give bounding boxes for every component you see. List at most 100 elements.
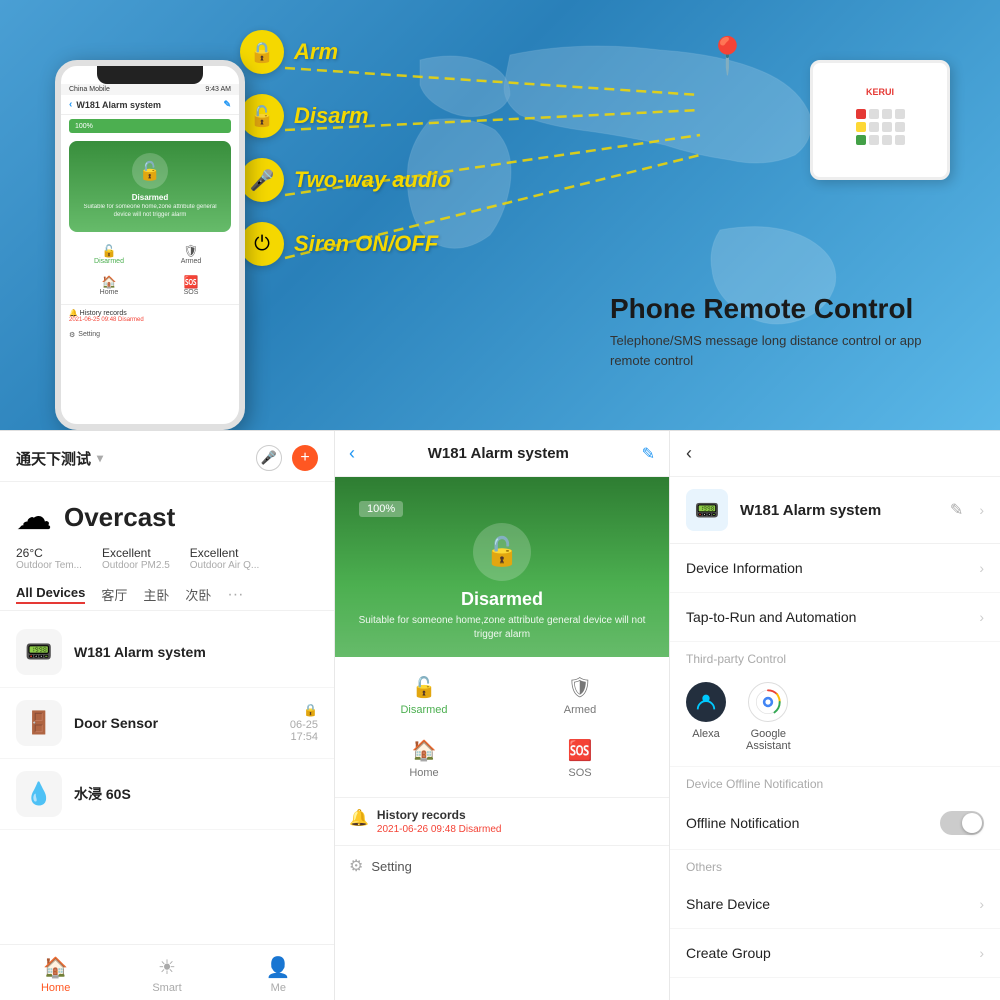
create-group-label: Create Group [686, 945, 771, 961]
phone-notch [97, 66, 204, 84]
nav-home-tab[interactable]: 🏠 Home [0, 953, 111, 996]
alexa-item[interactable]: Alexa [686, 682, 726, 752]
tab-living-room[interactable]: 客厅 [101, 585, 127, 604]
p1-title: 通天下测试 [16, 448, 91, 469]
setting-row[interactable]: ⚙ Setting [335, 846, 669, 886]
smart-nav-icon: ☀ [158, 955, 176, 980]
feature-siren: ⏻ Siren ON/OFF [240, 222, 451, 266]
device-information-item[interactable]: Device Information › [670, 544, 1000, 593]
alarm-status-text: Disarmed [461, 589, 543, 610]
device-info-chevron: › [979, 560, 984, 576]
feature-arm: 🔒 Arm [240, 30, 451, 74]
phone-battery: 100% [75, 123, 93, 130]
phone-setting-label: Setting [78, 331, 100, 338]
alexa-label: Alexa [692, 728, 720, 740]
flood-name: 水浸 60S [74, 784, 318, 804]
p3-header: ‹ [670, 431, 1000, 477]
google-assistant-icon [748, 682, 788, 722]
key-4 [895, 109, 905, 119]
mic-icon[interactable]: 🎤 [256, 445, 282, 471]
alarm-ctrl-sos[interactable]: 🆘 SOS [505, 730, 655, 787]
alarm-controls: 🔓 Disarmed 🛡 Armed 🏠 Home 🆘 SOS [335, 657, 669, 798]
third-party-section-label: Third-party Control [670, 642, 1000, 672]
door-thumb-icon: 🚪 [16, 700, 62, 746]
history-row[interactable]: 🔔 History records 2021-06-26 09:48 Disar… [335, 798, 669, 846]
time-label: 9:43 AM [205, 86, 231, 93]
tab-more[interactable]: ··· [227, 586, 243, 604]
create-group-item[interactable]: Create Group › [670, 929, 1000, 978]
list-item[interactable]: 🚪 Door Sensor 🔒 06-2517:54 [0, 688, 334, 759]
key-5 [856, 122, 866, 132]
nav-me-tab[interactable]: 👤 Me [223, 953, 334, 996]
share-device-chevron: › [979, 896, 984, 912]
share-device-item[interactable]: Share Device › [670, 880, 1000, 929]
p2-edit-icon[interactable]: ✎ [642, 444, 655, 464]
tab-master-bedroom[interactable]: 主卧 [143, 585, 169, 604]
key-10 [869, 135, 879, 145]
device-hardware-image: KERUI [810, 60, 950, 180]
key-6 [869, 122, 879, 132]
weather-temp-value: 26°C [16, 546, 82, 560]
tab-second-bedroom[interactable]: 次卧 [185, 585, 211, 604]
me-nav-icon: 👤 [266, 955, 291, 980]
p1-header: 通天下测试 ▾ 🎤 + [0, 431, 334, 482]
phone-history-row: 🔔 History records 2021-06-25 09:48 Disar… [61, 304, 239, 327]
tap-to-run-item[interactable]: Tap-to-Run and Automation › [670, 593, 1000, 642]
alarm-sub-text: Suitable for someone home,zone attribute… [335, 614, 669, 642]
p3-edit-icon[interactable]: ✎ [950, 500, 963, 520]
remote-subtitle: Telephone/SMS message long distance cont… [610, 331, 950, 370]
add-icon[interactable]: + [292, 445, 318, 471]
tab-all-devices[interactable]: All Devices [16, 585, 85, 604]
weather-section: ☁ Overcast 26°C Outdoor Tem... Excellent… [0, 482, 334, 579]
phone-nav-sos: 🆘 SOS [151, 271, 231, 300]
alarm-display: 100% 🔓 Disarmed Suitable for someone hom… [335, 477, 669, 657]
alarm-ctrl-disarmed[interactable]: 🔓 Disarmed [349, 667, 499, 724]
list-item[interactable]: 💧 水浸 60S [0, 759, 334, 830]
weather-air-label: Outdoor Air Q... [190, 560, 259, 571]
panel-smarthome: 通天下测试 ▾ 🎤 + ☁ Overcast 26°C Outdoor Tem.… [0, 431, 335, 1000]
key-7 [882, 122, 892, 132]
phone-history-title: History records [80, 310, 127, 317]
alarm-ctrl-home[interactable]: 🏠 Home [349, 730, 499, 787]
p3-back-button[interactable]: ‹ [686, 443, 692, 464]
phone-nav-grid: 🔓 Disarmed 🛡 Armed 🏠 Home 🆘 SOS [61, 236, 239, 304]
third-party-controls: Alexa GoogleAssistant [670, 672, 1000, 767]
device-list: 📟 W181 Alarm system 🚪 Door Sensor 🔒 06-2… [0, 611, 334, 944]
nav-armed-label: Armed [181, 258, 202, 265]
door-info: Door Sensor [74, 715, 278, 731]
audio-circle: 🎤 [240, 158, 284, 202]
phone-sub-text: Suitable for someone home,zone attribute… [75, 204, 225, 220]
tap-to-run-label: Tap-to-Run and Automation [686, 609, 856, 625]
p3-device-title-row: 📟 W181 Alarm system ✎ › [670, 477, 1000, 544]
alarm-ctrl-armed[interactable]: 🛡 Armed [505, 667, 655, 724]
p2-back-button[interactable]: ‹ [349, 443, 355, 464]
feature-audio: 🎤 Two-way audio [240, 158, 451, 202]
remote-control-text: Phone Remote Control Telephone/SMS messa… [610, 294, 950, 370]
nav-smart-tab[interactable]: ☀ Smart [111, 953, 222, 996]
nav-disarmed-label: Disarmed [94, 258, 124, 265]
alexa-icon [686, 682, 726, 722]
flood-info: 水浸 60S [74, 784, 318, 804]
flood-thumb-icon: 💧 [16, 771, 62, 817]
gear-icon: ⚙ [349, 856, 363, 876]
panel-settings: ‹ 📟 W181 Alarm system ✎ › Device Informa… [670, 431, 1000, 1000]
list-item[interactable]: 📟 W181 Alarm system [0, 617, 334, 688]
p1-title-area[interactable]: 通天下测试 ▾ [16, 448, 103, 469]
p3-device-name: W181 Alarm system [740, 502, 938, 519]
battery-indicator: 100% [359, 501, 403, 517]
key-11 [882, 135, 892, 145]
phone-nav-disarmed: 🔓 Disarmed [69, 240, 149, 269]
key-2 [869, 109, 879, 119]
device-tabs: All Devices 客厅 主卧 次卧 ··· [0, 579, 334, 611]
weather-stats: 26°C Outdoor Tem... Excellent Outdoor PM… [16, 546, 318, 571]
bell-icon: 🔔 [349, 808, 369, 828]
home-ctrl-icon: 🏠 [412, 738, 437, 763]
nav-home-icon: 🏠 [102, 275, 117, 289]
google-assistant-item[interactable]: GoogleAssistant [746, 682, 791, 752]
nav-sos-icon: 🆘 [184, 275, 199, 289]
panel-alarm: ‹ W181 Alarm system ✎ 100% 🔓 Disarmed Su… [335, 431, 670, 1000]
siren-label: Siren ON/OFF [294, 231, 438, 257]
siren-circle: ⏻ [240, 222, 284, 266]
offline-toggle[interactable] [940, 811, 984, 835]
armed-ctrl-icon: 🛡 [567, 675, 592, 700]
